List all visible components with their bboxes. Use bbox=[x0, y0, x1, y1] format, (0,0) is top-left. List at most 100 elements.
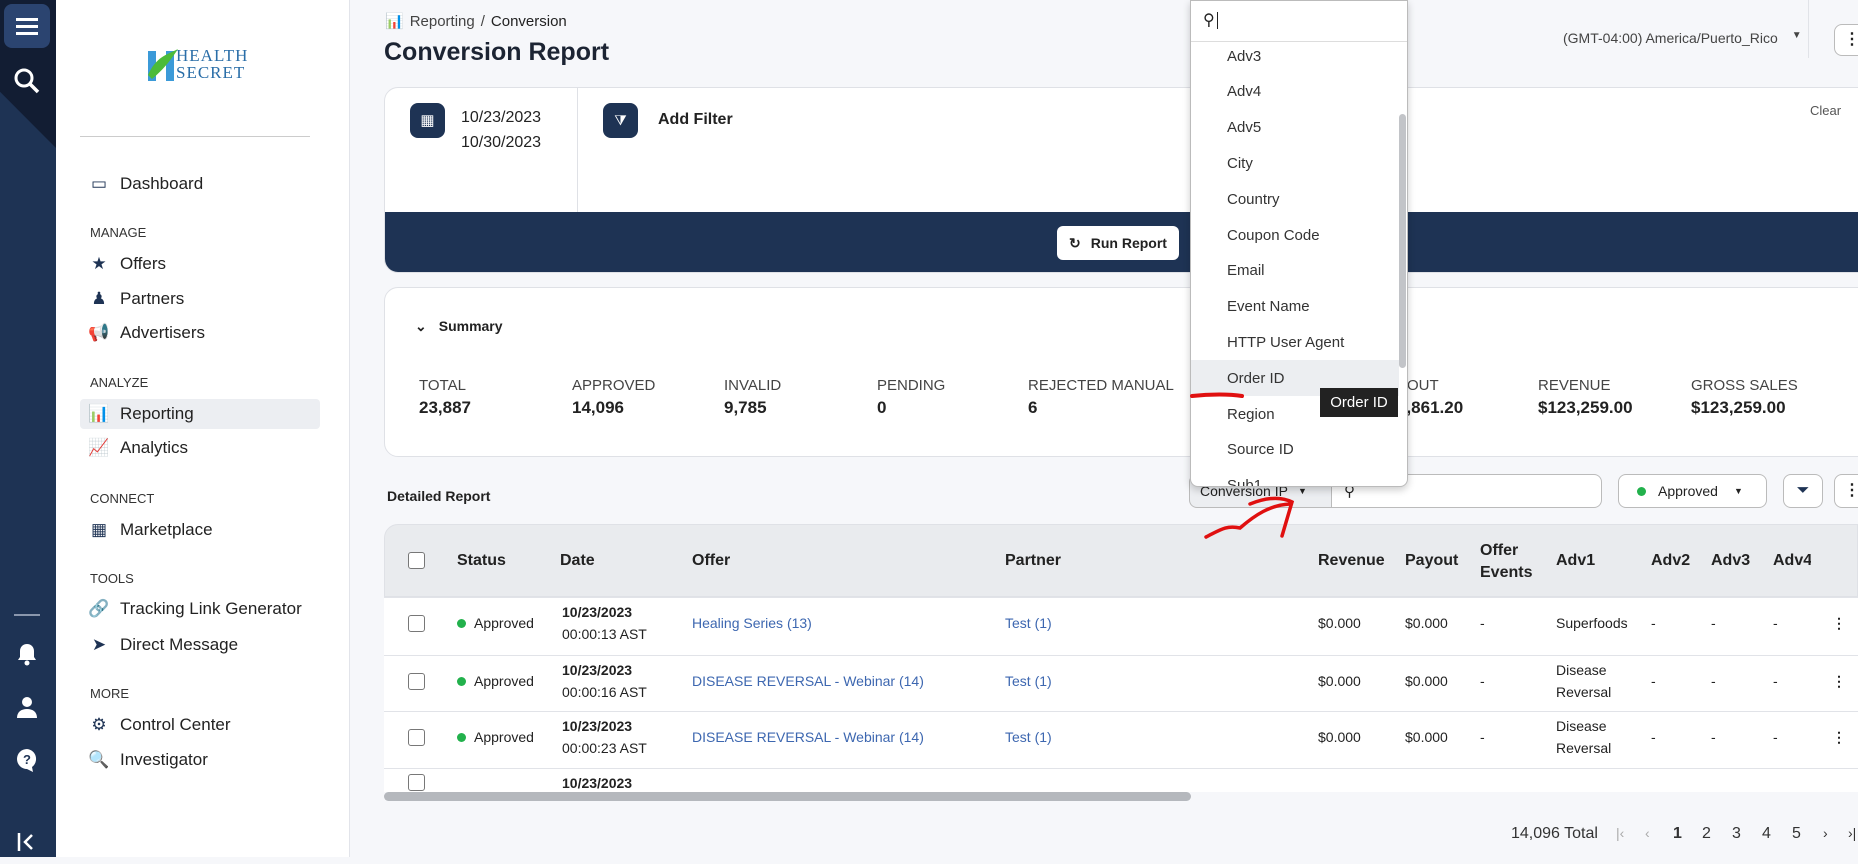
sidebar-item-direct-message[interactable]: ➤ Direct Message bbox=[80, 630, 320, 660]
page-2-button[interactable]: 2 bbox=[1702, 825, 1711, 843]
column-header-adv2[interactable]: Adv2 bbox=[1651, 552, 1690, 570]
sidebar-item-reporting[interactable]: 📊 Reporting bbox=[80, 399, 320, 429]
column-header-payout[interactable]: Payout bbox=[1405, 552, 1458, 570]
partner-link[interactable]: Test (1) bbox=[1005, 726, 1052, 748]
search-button[interactable] bbox=[4, 59, 50, 103]
clear-button[interactable]: Clear bbox=[1810, 103, 1841, 118]
column-header-revenue[interactable]: Revenue bbox=[1318, 552, 1385, 570]
calendar-button[interactable]: ▦ bbox=[410, 103, 445, 138]
breadcrumb-reporting[interactable]: Reporting bbox=[410, 13, 475, 30]
stat-value: 0 bbox=[877, 398, 887, 417]
row-checkbox[interactable] bbox=[408, 774, 425, 791]
sidebar-item-dashboard[interactable]: ▭ Dashboard bbox=[80, 169, 320, 199]
page-1-button[interactable]: 1 bbox=[1673, 825, 1682, 843]
add-filter-button[interactable]: Add Filter bbox=[658, 111, 733, 129]
partner-link[interactable]: Test (1) bbox=[1005, 612, 1052, 634]
adv2-cell: - bbox=[1651, 729, 1656, 745]
page-3-button[interactable]: 3 bbox=[1732, 825, 1741, 843]
dropdown-option[interactable]: HTTP User Agent bbox=[1191, 324, 1399, 360]
sidebar-item-analytics[interactable]: 📈 Analytics bbox=[80, 433, 320, 463]
next-page-button[interactable]: › bbox=[1823, 825, 1828, 841]
timezone-select[interactable]: (GMT-04:00) America/Puerto_Rico ▼ bbox=[1563, 30, 1802, 46]
filter-plus-icon: ⧩ bbox=[614, 112, 627, 128]
sidebar-item-advertisers[interactable]: 📢 Advertisers bbox=[80, 318, 320, 348]
column-header-adv4[interactable]: Adv4 bbox=[1773, 552, 1811, 570]
stat-label: INVALID bbox=[724, 377, 782, 394]
rail-divider bbox=[14, 614, 40, 616]
revenue-cell: $0.000 bbox=[1318, 729, 1361, 745]
page-options-button[interactable]: ⋮ bbox=[1834, 24, 1858, 56]
offer-link[interactable]: DISEASE REVERSAL - Webinar (14) bbox=[692, 670, 924, 692]
sidebar-item-tracking-link-generator[interactable]: 🔗 Tracking Link Generator bbox=[80, 594, 320, 624]
adv2-cell: - bbox=[1651, 673, 1656, 689]
column-header-offer[interactable]: Offer bbox=[692, 552, 730, 570]
sidebar-item-partners[interactable]: ♟ Partners bbox=[80, 284, 320, 314]
sidebar-item-label: Tracking Link Generator bbox=[120, 599, 302, 618]
sidebar-item-label: Analytics bbox=[120, 438, 189, 457]
row-checkbox[interactable] bbox=[408, 673, 425, 690]
date-end: 10/30/2023 bbox=[461, 134, 542, 151]
status-filter-value: Approved bbox=[1658, 483, 1718, 499]
adv1-cell: Superfoods bbox=[1556, 615, 1628, 631]
dropdown-option[interactable]: Adv5 bbox=[1191, 110, 1399, 146]
row-actions-kebab-icon[interactable]: ⋮ bbox=[1832, 612, 1846, 634]
collapse-icon bbox=[17, 833, 33, 851]
column-header-adv1[interactable]: Adv1 bbox=[1556, 552, 1595, 570]
stat-approved: APPROVED 14,096 bbox=[572, 377, 655, 418]
adv3-cell: - bbox=[1711, 615, 1716, 631]
page-4-button[interactable]: 4 bbox=[1762, 825, 1771, 843]
sidebar-item-marketplace[interactable]: ▦ Marketplace bbox=[80, 515, 320, 545]
prev-page-button[interactable]: ‹ bbox=[1645, 825, 1650, 841]
sidebar-divider bbox=[80, 136, 310, 137]
sidebar-item-investigator[interactable]: 🔍 Investigator bbox=[80, 745, 320, 775]
page-5-button[interactable]: 5 bbox=[1792, 825, 1801, 843]
dropdown-option[interactable]: Country bbox=[1191, 181, 1399, 217]
dropdown-scrollbar[interactable] bbox=[1399, 114, 1406, 368]
date-cell: 10/23/2023 bbox=[562, 772, 632, 794]
column-header-status[interactable]: Status bbox=[457, 552, 506, 570]
status-filter-select[interactable]: Approved ▼ bbox=[1618, 474, 1767, 508]
select-all-checkbox[interactable] bbox=[408, 552, 425, 569]
help-button[interactable]: ? bbox=[4, 738, 50, 782]
dropdown-search-input[interactable]: ⚲ bbox=[1191, 1, 1407, 42]
dropdown-option[interactable]: Adv4 bbox=[1191, 74, 1399, 110]
row-actions-kebab-icon[interactable]: ⋮ bbox=[1832, 726, 1846, 748]
date-range[interactable]: 10/23/2023 10/30/2023 bbox=[461, 105, 541, 155]
first-page-button[interactable]: |‹ bbox=[1616, 825, 1624, 841]
table-options-button[interactable]: ⋮ bbox=[1834, 474, 1858, 508]
summary-toggle[interactable]: ⌄ Summary bbox=[415, 318, 503, 335]
column-header-adv3[interactable]: Adv3 bbox=[1711, 552, 1750, 570]
caret-down-icon: ▼ bbox=[1733, 486, 1743, 496]
dropdown-option[interactable]: City bbox=[1191, 145, 1399, 181]
dropdown-option[interactable]: Coupon Code bbox=[1191, 217, 1399, 253]
summary-card: ⌄ Summary TOTAL 23,887 APPROVED 14,096 INVA… bbox=[384, 287, 1858, 457]
offer-link[interactable]: DISEASE REVERSAL - Webinar (14) bbox=[692, 726, 924, 748]
search-icon bbox=[14, 68, 40, 94]
row-actions-kebab-icon[interactable]: ⋮ bbox=[1832, 670, 1846, 692]
menu-button[interactable] bbox=[4, 4, 50, 48]
dropdown-option[interactable]: Event Name bbox=[1191, 289, 1399, 325]
row-checkbox[interactable] bbox=[408, 615, 425, 632]
notifications-button[interactable] bbox=[4, 632, 50, 676]
column-header-offer-events[interactable]: Offer Events bbox=[1480, 540, 1532, 584]
reporting-chart-icon: 📊 bbox=[88, 404, 110, 423]
row-checkbox[interactable] bbox=[408, 729, 425, 746]
horizontal-scrollbar[interactable] bbox=[384, 792, 1191, 801]
partner-link[interactable]: Test (1) bbox=[1005, 670, 1052, 692]
column-header-date[interactable]: Date bbox=[560, 552, 595, 570]
last-page-button[interactable]: ›| bbox=[1848, 825, 1856, 841]
sidebar-item-offers[interactable]: ★ Offers bbox=[80, 249, 320, 279]
tooltip: Order ID bbox=[1320, 388, 1398, 417]
sidebar-item-control-center[interactable]: ⚙ Control Center bbox=[80, 710, 320, 740]
offer-link[interactable]: Healing Series (13) bbox=[692, 612, 812, 634]
dropdown-option[interactable]: Email bbox=[1191, 253, 1399, 289]
bell-icon bbox=[18, 644, 36, 666]
profile-button[interactable] bbox=[4, 685, 50, 729]
collapse-sidebar-button[interactable] bbox=[4, 820, 50, 864]
add-filter-icon-button[interactable]: ⧩ bbox=[603, 103, 638, 138]
column-header-partner[interactable]: Partner bbox=[1005, 552, 1061, 570]
column-filter-button[interactable]: ⏷ bbox=[1783, 474, 1823, 508]
sidebar-item-label: Dashboard bbox=[120, 174, 204, 193]
dropdown-option[interactable]: Adv3 bbox=[1191, 38, 1399, 74]
run-report-button[interactable]: ↻ Run Report bbox=[1057, 226, 1179, 260]
